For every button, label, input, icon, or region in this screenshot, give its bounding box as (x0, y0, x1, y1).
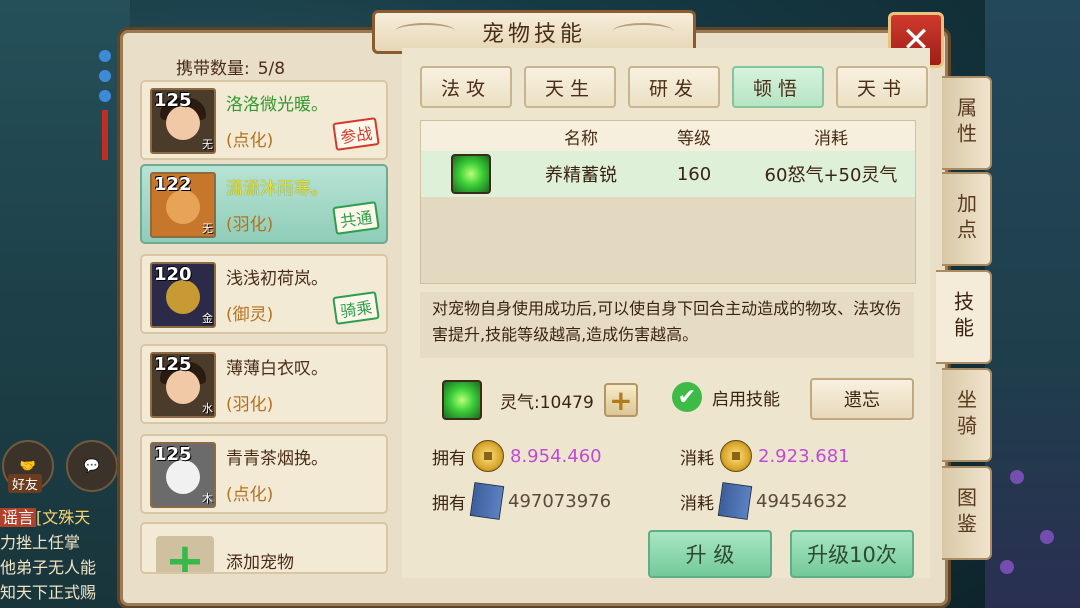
background-right (985, 0, 1080, 608)
pet-card[interactable]: 125 木 青青茶烟挽。 (点化) (140, 434, 388, 514)
pet-avatar: 125 无 (150, 88, 216, 154)
friends-label[interactable]: 好友 (8, 474, 43, 493)
coin-cost-row: 消耗 2.923.681 (680, 440, 850, 472)
pet-card-selected[interactable]: 122 无 潇潇沐雨寒。 (羽化) 共通 (140, 164, 388, 244)
pet-avatar: 125 水 (150, 352, 216, 418)
pet-type: (羽化) (226, 395, 274, 415)
book-cost-value: 49454632 (756, 490, 848, 512)
side-tab-skills[interactable]: 技能 (936, 270, 992, 364)
skill-level: 160 (676, 163, 712, 185)
side-tab-codex[interactable]: 图鉴 (942, 466, 992, 560)
skill-panel: 法攻 天生 研发 顿悟 天书 名称 等级 消耗 养精蓄锐 160 60怒气+50… (402, 48, 930, 578)
pet-level: 122 (154, 174, 192, 195)
pet-level: 125 (154, 90, 192, 111)
book-icon (717, 482, 753, 520)
aura-value: 灵气:10479 (500, 392, 594, 413)
status-badge: 共通 (332, 201, 380, 235)
pet-type: (羽化) (226, 215, 274, 235)
coin-own-value: 8.954.460 (510, 445, 602, 467)
status-badge: 参战 (332, 117, 380, 151)
pet-element: 木 (202, 492, 213, 505)
add-pet-button[interactable]: + 添加宠物 (140, 522, 388, 574)
skill-icon (451, 154, 491, 194)
side-tab-points[interactable]: 加点 (942, 172, 992, 266)
chat-panel[interactable]: 谣言 [文殊天 力挫上任掌 他弟子无人能 知天下正式赐 (0, 505, 128, 608)
pet-avatar: 120 金 (150, 262, 216, 328)
tab-heavenly-book[interactable]: 天书 (836, 66, 928, 108)
pet-name: 浅浅初荷岚。 (226, 269, 328, 289)
pet-list-panel: 携带数量: 5/8 125 无 洛洛微光暖。 (点化) 参战 122 无 潇潇沐雨… (132, 48, 394, 578)
pet-type: (御灵) (226, 305, 274, 325)
pet-name: 青青茶烟挽。 (226, 449, 328, 469)
pet-name: 潇潇沐雨寒。 (226, 179, 328, 199)
skill-description: 对宠物自身使用成功后,可以使自身下回合主动造成的物攻、法攻伤害提升,技能等级越高… (420, 292, 914, 358)
flower-decoration (1000, 560, 1014, 574)
book-own-value: 497073976 (508, 490, 612, 512)
carry-count: 携带数量: 5/8 (176, 59, 286, 79)
skill-cost: 60怒气+50灵气 (764, 165, 898, 186)
plus-icon: + (156, 533, 214, 572)
side-tab-mount[interactable]: 坐骑 (942, 368, 992, 462)
pet-level: 125 (154, 444, 192, 465)
flower-decoration (1010, 470, 1024, 484)
add-aura-button[interactable]: + (603, 383, 638, 417)
coin-icon (472, 440, 504, 472)
tab-magic-attack[interactable]: 法攻 (420, 66, 512, 108)
add-pet-label: 添加宠物 (226, 553, 294, 573)
pendant-decoration (96, 40, 114, 160)
pet-card[interactable]: 120 金 浅浅初荷岚。 (御灵) 骑乘 (140, 254, 388, 334)
pet-card[interactable]: 125 水 薄薄白衣叹。 (羽化) (140, 344, 388, 424)
pet-element: 金 (202, 312, 213, 325)
skill-table: 名称 等级 消耗 养精蓄锐 160 60怒气+50灵气 (420, 120, 916, 284)
skill-name: 养精蓄锐 (545, 165, 617, 186)
aura-icon (442, 380, 482, 420)
coin-icon (720, 440, 752, 472)
table-header: 名称 等级 消耗 (421, 121, 915, 151)
skill-tabs: 法攻 天生 研发 顿悟 天书 (420, 66, 928, 108)
check-icon: ✔ (672, 382, 702, 412)
book-cost-row: 消耗 49454632 (680, 482, 848, 520)
pet-level: 120 (154, 264, 192, 285)
pet-card[interactable]: 125 无 洛洛微光暖。 (点化) 参战 (140, 80, 388, 160)
aura-row: 灵气:10479 + (442, 380, 638, 420)
upgrade-button[interactable]: 升 级 (648, 530, 772, 578)
coin-own-row: 拥有 8.954.460 (432, 440, 602, 472)
pet-name: 薄薄白衣叹。 (226, 359, 328, 379)
tab-research[interactable]: 研发 (628, 66, 720, 108)
pet-element: 水 (202, 402, 213, 415)
book-icon (469, 482, 505, 520)
flower-decoration (1040, 530, 1054, 544)
coin-cost-value: 2.923.681 (758, 445, 850, 467)
pet-avatar: 125 木 (150, 442, 216, 508)
social-bar: 🤝 💬 好友 (2, 440, 118, 493)
book-own-row: 拥有 497073976 (432, 482, 612, 520)
pet-element: 无 (202, 138, 213, 151)
tab-innate[interactable]: 天生 (524, 66, 616, 108)
pet-type: (点化) (226, 485, 274, 505)
pet-name: 洛洛微光暖。 (226, 95, 328, 115)
enable-skill-label: 启用技能 (712, 389, 780, 410)
status-badge: 骑乘 (332, 291, 380, 325)
chat-line: 谣言 [文殊天 (0, 508, 91, 527)
chat-line: 他弟子无人能 (0, 558, 97, 577)
tab-enlightenment[interactable]: 顿悟 (732, 66, 824, 108)
upgrade-10-button[interactable]: 升级10次 (790, 530, 914, 578)
chat-line: 知天下正式赐 (0, 583, 97, 602)
forget-button[interactable]: 遗忘 (810, 378, 914, 420)
chat-bubble-icon[interactable]: 💬 (66, 440, 118, 492)
pet-avatar: 122 无 (150, 172, 216, 238)
pet-element: 无 (202, 222, 213, 235)
table-row[interactable]: 养精蓄锐 160 60怒气+50灵气 (421, 151, 915, 197)
chat-line: 力挫上任掌 (0, 533, 81, 552)
pet-type: (点化) (226, 131, 274, 151)
pet-level: 125 (154, 354, 192, 375)
enable-skill-toggle[interactable]: ✔ 启用技能 (672, 382, 780, 412)
side-tab-attributes[interactable]: 属性 (942, 76, 992, 170)
